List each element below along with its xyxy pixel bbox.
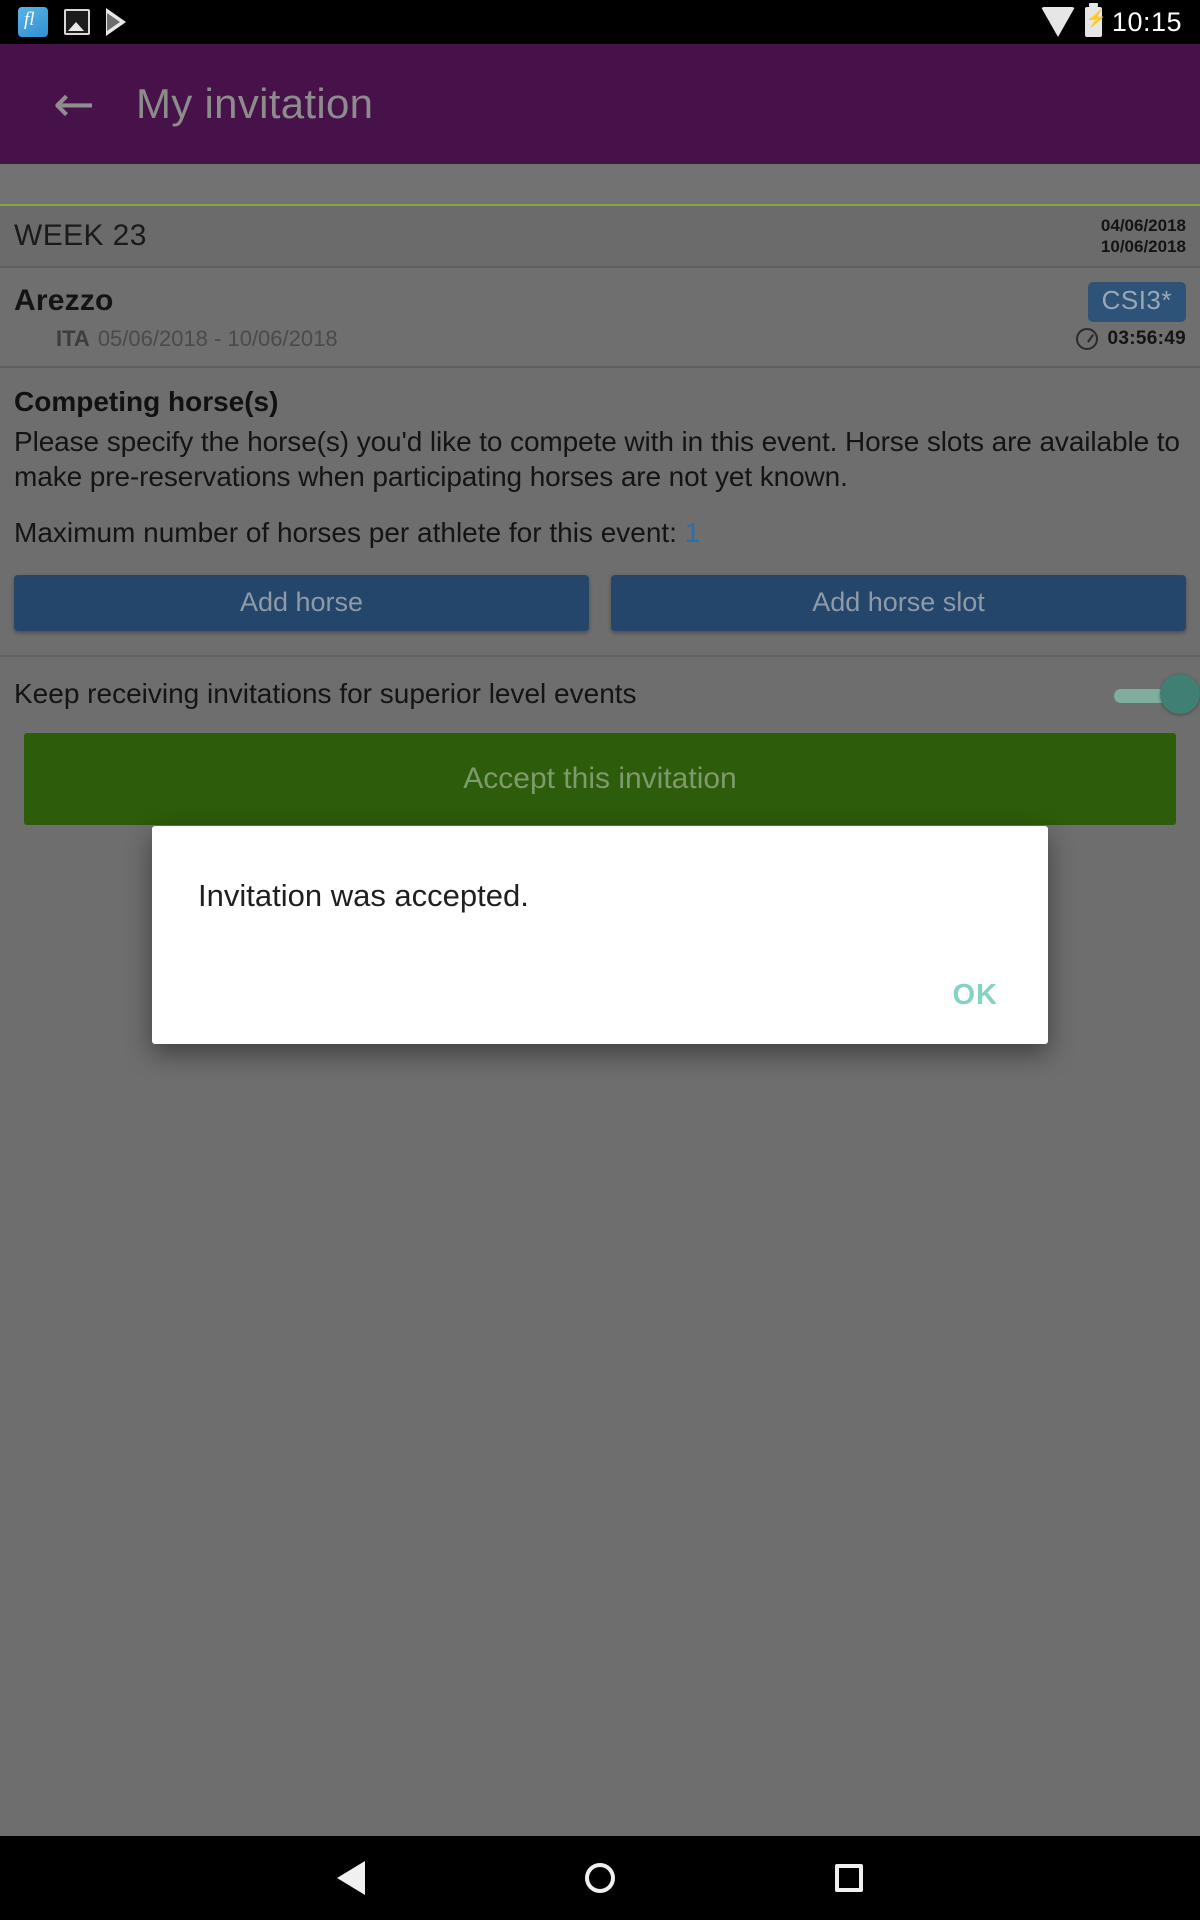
dialog-message: Invitation was accepted. xyxy=(198,878,529,913)
nav-home-icon[interactable] xyxy=(585,1863,615,1893)
nav-recents-icon[interactable] xyxy=(835,1864,863,1892)
dialog-actions: OK xyxy=(927,969,1025,1022)
device-screen: 10:15 ← My invitation WEEK 23 04/06/2018… xyxy=(0,0,1200,1920)
dialog-ok-button[interactable]: OK xyxy=(927,969,1025,1022)
nav-back-icon[interactable] xyxy=(337,1861,365,1895)
confirmation-dialog: Invitation was accepted. OK xyxy=(152,826,1048,1044)
navigation-bar xyxy=(0,1836,1200,1920)
